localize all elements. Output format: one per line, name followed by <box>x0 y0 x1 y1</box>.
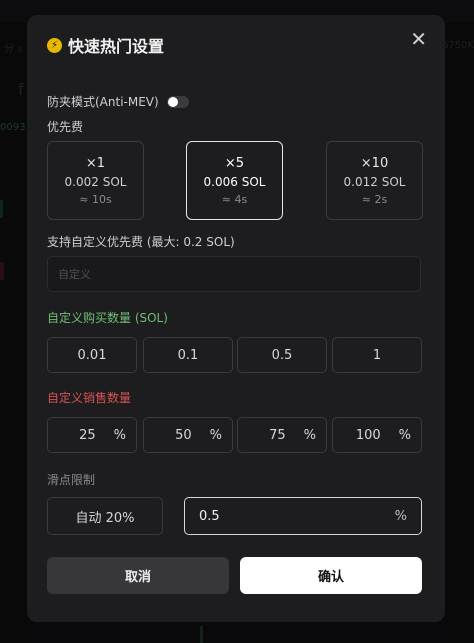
sell-amount-label: 自定义销售数量 <box>47 391 132 405</box>
priority-multiplier: ×5 <box>224 155 245 171</box>
custom-fee-field <box>47 256 421 292</box>
priority-amount: 0.002 SOL <box>64 174 127 189</box>
percent-unit: % <box>303 427 316 443</box>
close-icon[interactable]: ✕ <box>410 29 427 49</box>
toggle-knob <box>167 96 178 107</box>
priority-eta: ≈ 2s <box>361 192 388 206</box>
sell-percent-option[interactable]: 75 % <box>237 417 327 453</box>
priority-amount: 0.012 SOL <box>343 174 406 189</box>
buy-amount-option[interactable]: 0.01 <box>47 337 137 373</box>
sell-percent-value: 75 <box>269 427 286 443</box>
priority-multiplier: ×1 <box>85 155 106 171</box>
lightning-icon: ⚡ <box>47 37 62 53</box>
anti-mev-label: 防夹模式(Anti-MEV) <box>47 95 159 109</box>
sell-percent-value: 25 <box>79 427 96 443</box>
priority-option-x5[interactable]: ×5 0.006 SOL ≈ 4s <box>186 141 283 220</box>
modal-title: 快速热门设置 <box>68 37 165 56</box>
sell-percent-value: 50 <box>175 427 192 443</box>
priority-multiplier: ×10 <box>360 155 389 171</box>
sell-percent-option[interactable]: 50 % <box>143 417 233 453</box>
priority-eta: ≈ 4s <box>221 192 248 206</box>
confirm-button[interactable]: 确认 <box>240 557 422 594</box>
priority-fee-label: 优先费 <box>47 120 84 134</box>
priority-amount: 0.006 SOL <box>203 174 266 189</box>
anti-mev-row: 防夹模式(Anti-MEV) <box>47 93 189 110</box>
cancel-button[interactable]: 取消 <box>47 557 229 594</box>
sell-percent-option[interactable]: 100 % <box>332 417 422 453</box>
sell-percent-value: 100 <box>355 427 381 443</box>
custom-fee-input[interactable] <box>48 257 420 291</box>
quick-settings-modal: ⚡ 快速热门设置 ✕ 防夹模式(Anti-MEV) 优先费 ×1 0.002 S… <box>27 15 445 622</box>
slippage-value: 0.5 <box>199 508 220 524</box>
buy-amount-option[interactable]: 0.1 <box>143 337 233 373</box>
priority-eta: ≈ 10s <box>79 192 112 206</box>
slippage-unit: % <box>394 508 407 524</box>
buy-amount-option[interactable]: 1 <box>332 337 422 373</box>
percent-unit: % <box>398 427 411 443</box>
priority-option-x1[interactable]: ×1 0.002 SOL ≈ 10s <box>47 141 144 220</box>
slippage-auto-button[interactable]: 自动 20% <box>47 497 163 535</box>
priority-option-x10[interactable]: ×10 0.012 SOL ≈ 2s <box>326 141 423 220</box>
buy-amount-option[interactable]: 0.5 <box>237 337 327 373</box>
slippage-input[interactable]: 0.5 % <box>184 497 422 535</box>
sell-percent-option[interactable]: 25 % <box>47 417 137 453</box>
buy-amount-label: 自定义购买数量 (SOL) <box>47 311 168 325</box>
modal-header: ⚡ 快速热门设置 <box>47 33 164 57</box>
anti-mev-toggle[interactable] <box>166 95 189 108</box>
percent-unit: % <box>113 427 126 443</box>
custom-fee-label: 支持自定义优先费 (最大: 0.2 SOL) <box>47 235 235 249</box>
slippage-label: 滑点限制 <box>47 473 96 487</box>
percent-unit: % <box>209 427 222 443</box>
